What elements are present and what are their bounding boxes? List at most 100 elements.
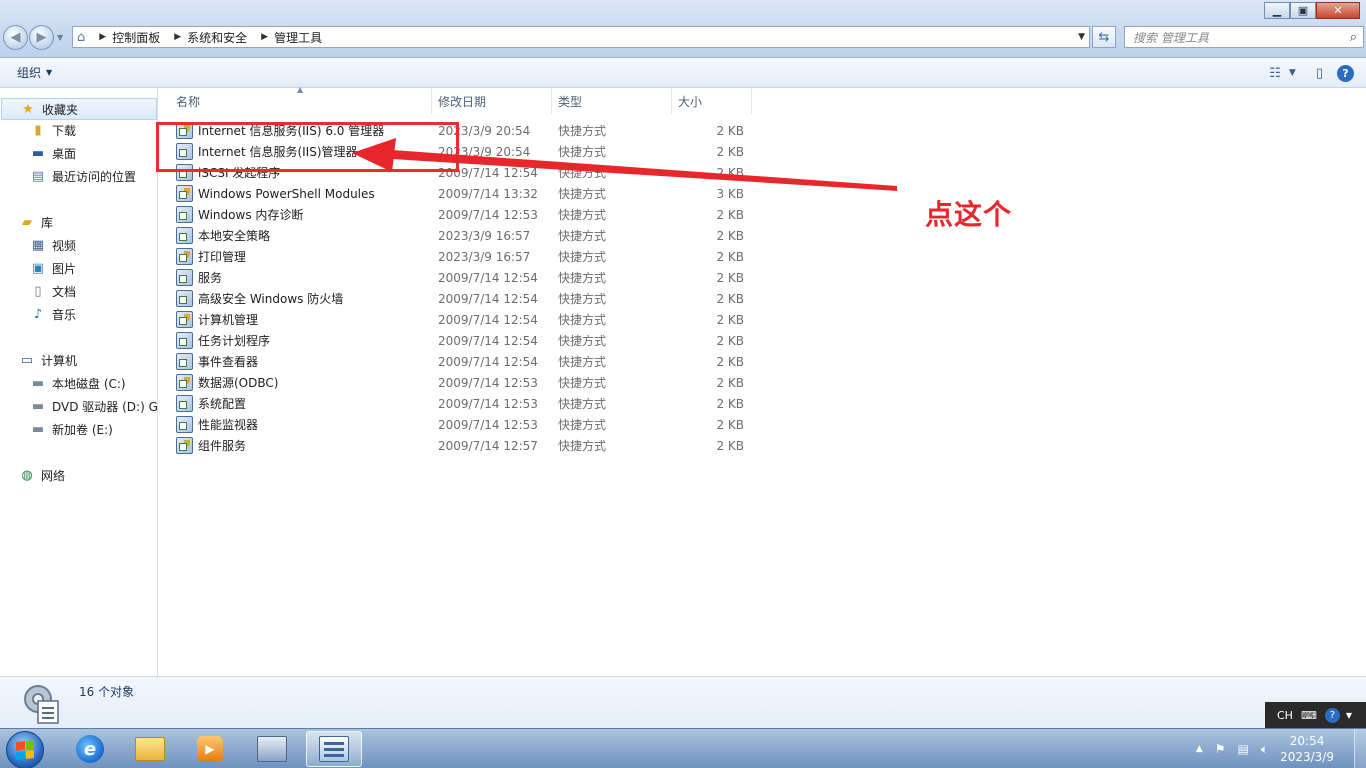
refresh-button[interactable]: ⇆ — [1092, 26, 1116, 48]
nav-item-documents[interactable]: ▯ 文档 — [30, 283, 76, 300]
nav-network[interactable]: ◍ 网络 — [19, 467, 65, 484]
breadcrumb-system-security[interactable]: 系统和安全 — [187, 29, 247, 46]
file-name-cell[interactable]: 组件服务 — [176, 437, 246, 454]
file-name-cell[interactable]: 高级安全 Windows 防火墙 — [176, 290, 343, 307]
nav-libraries-label: 库 — [41, 216, 54, 230]
breadcrumb-separator-icon[interactable]: ▶ — [174, 32, 181, 42]
file-name-cell[interactable]: 性能监视器 — [176, 416, 258, 433]
maximize-button[interactable]: ▣ — [1290, 2, 1316, 19]
file-name-cell[interactable]: 服务 — [176, 269, 222, 286]
file-size: 2 KB — [716, 312, 744, 327]
preview-pane-icon[interactable]: ▯ — [1316, 64, 1323, 82]
address-bar[interactable]: ⌂ ▶ 控制面板 ▶ 系统和安全 ▶ 管理工具 ▼ — [72, 26, 1090, 48]
language-indicator[interactable]: CH — [1277, 709, 1293, 722]
file-row[interactable]: 性能监视器 2009/7/14 12:53 快捷方式 2 KB — [160, 414, 760, 435]
show-hidden-icons-icon[interactable]: ▲ — [1196, 744, 1203, 754]
back-button[interactable]: ◀ — [3, 25, 28, 50]
file-size: 3 KB — [716, 186, 744, 201]
nav-favorites[interactable]: ★ 收藏夹 — [1, 98, 157, 120]
file-size: 2 KB — [716, 249, 744, 264]
file-row[interactable]: Windows PowerShell Modules 2009/7/14 13:3… — [160, 183, 760, 204]
nav-item-dvd-drive-d[interactable]: ▬ DVD 驱动器 (D:) GR — [30, 398, 157, 415]
breadcrumb-separator-icon[interactable]: ▶ — [261, 32, 268, 42]
file-row[interactable]: 事件查看器 2009/7/14 12:54 快捷方式 2 KB — [160, 351, 760, 372]
column-size[interactable]: 大小 — [672, 88, 752, 114]
breadcrumb-admin-tools[interactable]: 管理工具 — [274, 29, 322, 46]
file-row[interactable]: 本地安全策略 2023/3/9 16:57 快捷方式 2 KB — [160, 225, 760, 246]
file-name-cell[interactable]: 打印管理 — [176, 248, 246, 265]
column-name[interactable]: 名称 — [170, 88, 432, 114]
address-history-dropdown-icon[interactable]: ▼ — [1078, 32, 1085, 42]
keyboard-icon[interactable]: ⌨ — [1301, 709, 1317, 722]
file-row[interactable]: 组件服务 2009/7/14 12:57 快捷方式 2 KB — [160, 435, 760, 456]
minimize-button[interactable]: ▁ — [1264, 2, 1290, 19]
recent-pages-dropdown-icon[interactable]: ▼ — [57, 33, 63, 42]
nav-item-music[interactable]: ♪ 音乐 — [30, 306, 76, 323]
organize-menu-button[interactable]: 组织 ▼ — [17, 64, 52, 81]
action-center-flag-icon[interactable]: ⚑ — [1215, 742, 1226, 756]
taskbar-administrative-tools[interactable] — [306, 731, 362, 767]
file-type: 快捷方式 — [558, 418, 607, 432]
show-desktop-button[interactable] — [1354, 729, 1366, 768]
nav-computer[interactable]: ▭ 计算机 — [19, 352, 77, 369]
file-name-cell[interactable]: 事件查看器 — [176, 353, 258, 370]
file-name-cell[interactable]: Windows 内存诊断 — [176, 206, 303, 223]
nav-item-local-disk-c[interactable]: ▬ 本地磁盘 (C:) — [30, 375, 126, 392]
help-icon[interactable]: ? — [1337, 64, 1354, 82]
file-name-cell[interactable]: 计算机管理 — [176, 311, 258, 328]
file-type: 快捷方式 — [558, 166, 607, 180]
file-row[interactable]: 任务计划程序 2009/7/14 12:54 快捷方式 2 KB — [160, 330, 760, 351]
network-status-icon[interactable]: ▤ — [1238, 742, 1249, 756]
file-row[interactable]: 高级安全 Windows 防火墙 2009/7/14 12:54 快捷方式 2 KB — [160, 288, 760, 309]
breadcrumb-control-panel[interactable]: 控制面板 — [112, 29, 160, 46]
search-input[interactable]: 搜索 管理工具 ⌕ — [1124, 26, 1364, 48]
file-row[interactable]: 服务 2009/7/14 12:54 快捷方式 2 KB — [160, 267, 760, 288]
nav-item-new-volume-e[interactable]: ▬ 新加卷 (E:) — [30, 421, 113, 438]
column-type[interactable]: 类型 — [552, 88, 672, 114]
view-dropdown-icon[interactable]: ▼ — [1289, 64, 1296, 82]
file-name-cell[interactable]: Windows PowerShell Modules — [176, 185, 375, 202]
search-icon[interactable]: ⌕ — [1350, 30, 1357, 45]
file-name: 打印管理 — [198, 250, 247, 264]
nav-item-downloads[interactable]: ▮ 下载 — [30, 122, 76, 139]
file-name-cell[interactable]: 系统配置 — [176, 395, 246, 412]
nav-item-pictures[interactable]: ▣ 图片 — [30, 260, 76, 277]
clock[interactable]: 20:54 2023/3/9 — [1280, 733, 1334, 765]
file-name-cell[interactable]: 本地安全策略 — [176, 227, 270, 244]
music-icon: ♪ — [33, 307, 43, 322]
volume-icon[interactable]: 🔈︎ — [1261, 742, 1268, 757]
nav-favorites-label: 收藏夹 — [42, 102, 79, 117]
taskbar-media-player[interactable]: ▶ — [182, 731, 238, 767]
forward-arrow-icon: ▶ — [36, 30, 47, 45]
file-size: 2 KB — [716, 375, 744, 390]
file-name-cell[interactable]: 任务计划程序 — [176, 332, 270, 349]
column-date-modified[interactable]: 修改日期 — [432, 88, 552, 114]
downloads-folder-icon: ▮ — [34, 123, 42, 138]
taskbar-server-manager[interactable] — [244, 731, 300, 767]
organize-label: 组织 — [17, 66, 42, 80]
file-row[interactable]: 计算机管理 2009/7/14 12:54 快捷方式 2 KB — [160, 309, 760, 330]
file-size: 2 KB — [716, 207, 744, 222]
close-button[interactable]: ✕ — [1316, 2, 1360, 19]
language-help-icon[interactable]: ? — [1324, 707, 1340, 723]
clock-time: 20:54 — [1289, 734, 1325, 748]
nav-item-desktop[interactable]: ▬ 桌面 — [30, 145, 76, 162]
start-button[interactable] — [6, 731, 44, 768]
forward-button[interactable]: ▶ — [29, 25, 54, 50]
nav-libraries[interactable]: ▰ 库 — [19, 214, 53, 231]
langbar-options-icon[interactable]: ▼ — [1346, 711, 1352, 720]
control-panel-home-icon[interactable]: ⌂ — [77, 30, 85, 45]
file-size: 2 KB — [716, 438, 744, 453]
file-row[interactable]: Windows 内存诊断 2009/7/14 12:53 快捷方式 2 KB — [160, 204, 760, 225]
file-name-cell[interactable]: 数据源(ODBC) — [176, 374, 278, 391]
file-row[interactable]: 打印管理 2023/3/9 16:57 快捷方式 2 KB — [160, 246, 760, 267]
file-row[interactable]: 数据源(ODBC) 2009/7/14 12:53 快捷方式 2 KB — [160, 372, 760, 393]
breadcrumb-separator-icon[interactable]: ▶ — [99, 32, 106, 42]
taskbar-internet-explorer[interactable]: e — [62, 731, 118, 767]
view-options-icon[interactable]: ☷ — [1269, 64, 1281, 82]
taskbar-explorer[interactable] — [122, 731, 178, 767]
nav-item-videos[interactable]: ▦ 视频 — [30, 237, 76, 254]
file-row[interactable]: 系统配置 2009/7/14 12:53 快捷方式 2 KB — [160, 393, 760, 414]
file-size: 2 KB — [716, 123, 744, 138]
nav-item-recent-places[interactable]: ▤ 最近访问的位置 — [30, 168, 136, 185]
